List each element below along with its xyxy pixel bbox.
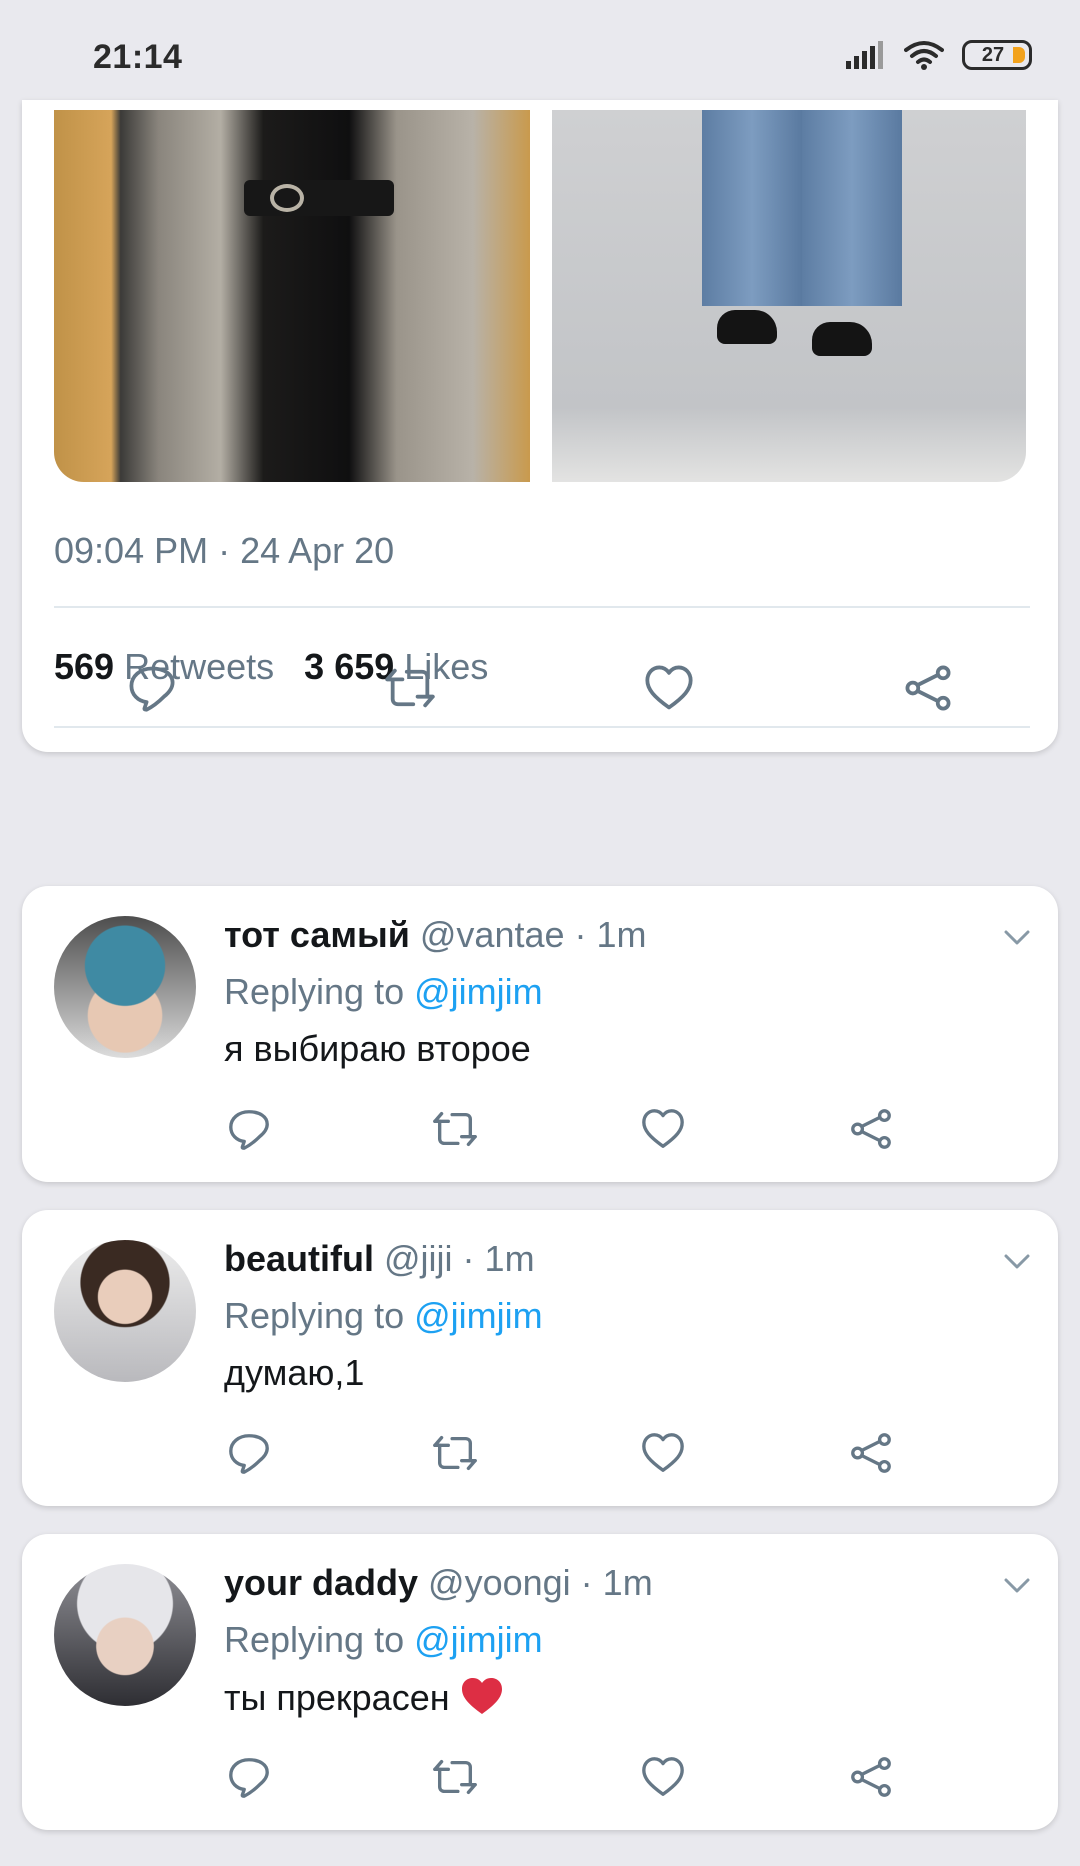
- reply-text: думаю,1: [224, 1352, 365, 1393]
- tweet-timestamp: 09:04 PM · 24 Apr 20: [54, 530, 395, 571]
- status-time: 21:14: [93, 38, 183, 76]
- replying-handle-link[interactable]: @jimjim: [414, 971, 543, 1012]
- retweet-icon[interactable]: [432, 1430, 478, 1476]
- reply-text: ты прекрасен: [224, 1676, 504, 1719]
- like-icon[interactable]: [640, 1754, 686, 1800]
- reply-text-content: ты прекрасен: [224, 1677, 450, 1718]
- retweet-icon[interactable]: [432, 1754, 478, 1800]
- heart-emoji-icon: [461, 1678, 502, 1714]
- reply-handle-time: @vantae · 1m: [419, 914, 647, 955]
- chevron-down-icon[interactable]: [1002, 922, 1032, 952]
- reply-author-name[interactable]: тот самый: [224, 914, 410, 955]
- avatar[interactable]: [54, 1240, 196, 1382]
- reply-icon[interactable]: [226, 1754, 272, 1800]
- likes-count: 3 659: [304, 646, 395, 687]
- divider: [54, 726, 1030, 728]
- reply-handle-time: @yoongi · 1m: [428, 1562, 653, 1603]
- status-icons: 27: [846, 40, 1032, 70]
- reply-header: тот самый @vantae · 1m: [224, 914, 647, 956]
- battery-icon: 27: [962, 40, 1032, 70]
- battery-level: 27: [981, 43, 1005, 66]
- wifi-icon: [904, 41, 944, 70]
- like-icon[interactable]: [640, 1106, 686, 1152]
- tweet-photo-2[interactable]: [552, 110, 1026, 482]
- photo-detail-shoe-right: [812, 322, 872, 356]
- chevron-down-icon[interactable]: [1002, 1570, 1032, 1600]
- photo-detail-shoe-left: [717, 310, 777, 344]
- replying-to: Replying to @jimjim: [224, 1295, 543, 1337]
- reply-icon[interactable]: [126, 662, 178, 714]
- replying-handle-link[interactable]: @jimjim: [414, 1619, 543, 1660]
- retweets-count: 569: [54, 646, 115, 687]
- share-icon[interactable]: [848, 1106, 894, 1152]
- replying-prefix: Replying to: [224, 971, 405, 1012]
- avatar[interactable]: [54, 916, 196, 1058]
- reply-card[interactable]: тот самый @vantae · 1m Replying to @jimj…: [22, 886, 1058, 1182]
- photo-detail-jeans-right: [802, 110, 902, 306]
- retweet-icon[interactable]: [384, 662, 436, 714]
- retweet-icon[interactable]: [432, 1106, 478, 1152]
- reply-card[interactable]: beautiful @jiji · 1m Replying to @jimjim…: [22, 1210, 1058, 1506]
- photo-detail-jeans-left: [702, 110, 802, 306]
- chevron-down-icon[interactable]: [1002, 1246, 1032, 1276]
- like-icon[interactable]: [643, 662, 695, 714]
- reply-icon[interactable]: [226, 1106, 272, 1152]
- reply-icon[interactable]: [226, 1430, 272, 1476]
- replying-to: Replying to @jimjim: [224, 1619, 543, 1661]
- divider: [54, 606, 1030, 608]
- replying-prefix: Replying to: [224, 1295, 405, 1336]
- photo-detail-belt: [244, 180, 394, 216]
- like-icon[interactable]: [640, 1430, 686, 1476]
- reply-header: beautiful @jiji · 1m: [224, 1238, 535, 1280]
- share-icon[interactable]: [902, 662, 954, 714]
- reply-text: я выбираю второе: [224, 1028, 531, 1069]
- replying-to: Replying to @jimjim: [224, 971, 543, 1013]
- status-bar: 21:14 27: [0, 0, 1080, 112]
- share-icon[interactable]: [848, 1430, 894, 1476]
- signal-icon: [846, 41, 883, 69]
- tweet-photo-1[interactable]: [54, 110, 530, 482]
- avatar[interactable]: [54, 1564, 196, 1706]
- main-tweet-card: 09:04 PM · 24 Apr 20 569 Retweets 3 659 …: [22, 100, 1058, 752]
- reply-author-name[interactable]: your daddy: [224, 1562, 418, 1603]
- replying-handle-link[interactable]: @jimjim: [414, 1295, 543, 1336]
- reply-handle-time: @jiji · 1m: [384, 1238, 535, 1279]
- reply-card[interactable]: your daddy @yoongi · 1m Replying to @jim…: [22, 1534, 1058, 1830]
- share-icon[interactable]: [848, 1754, 894, 1800]
- reply-header: your daddy @yoongi · 1m: [224, 1562, 653, 1604]
- reply-author-name[interactable]: beautiful: [224, 1238, 374, 1279]
- replying-prefix: Replying to: [224, 1619, 405, 1660]
